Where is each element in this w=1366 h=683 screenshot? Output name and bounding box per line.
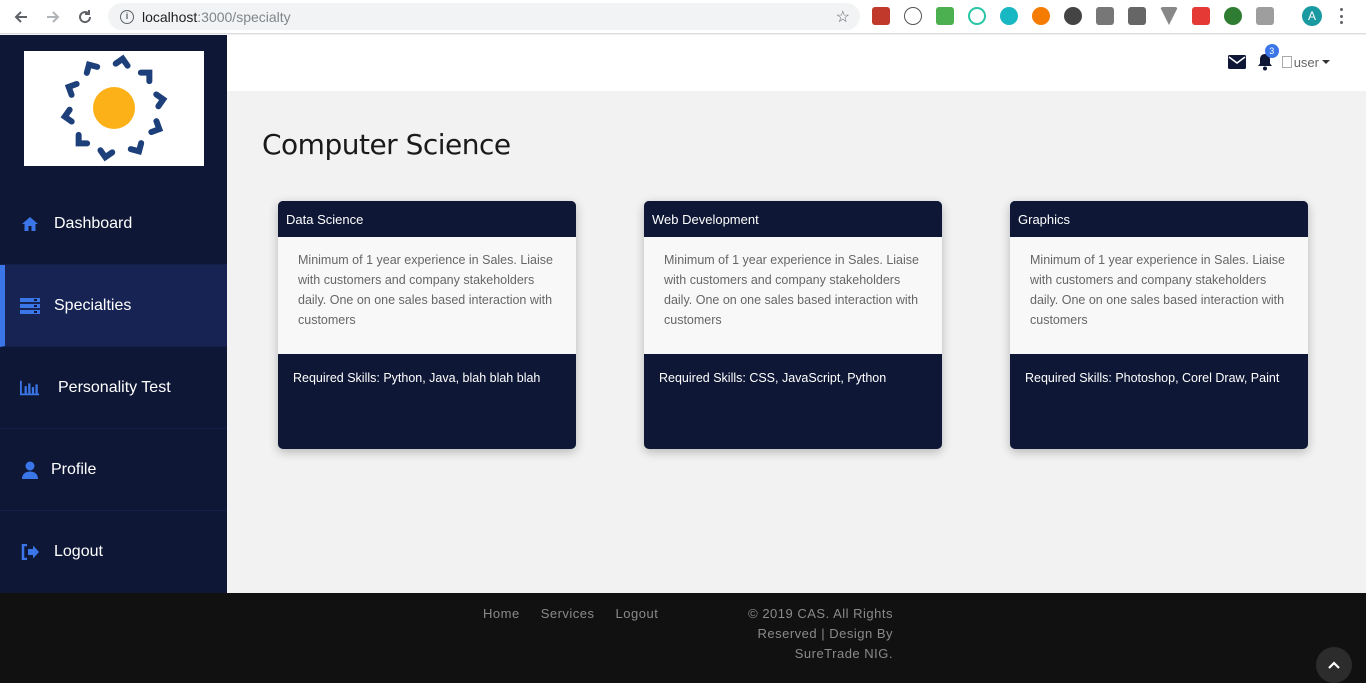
page-title: Computer Science	[262, 128, 511, 161]
sidebar-item-label: Personality Test	[58, 378, 171, 396]
sidebar-item-logout[interactable]: Logout	[0, 511, 227, 593]
extension-icon[interactable]	[872, 7, 890, 25]
sidebar-item-label: Logout	[54, 543, 103, 560]
sidebar-item-label: Specialties	[54, 296, 132, 314]
sidebar-item-profile[interactable]: Profile	[0, 429, 227, 511]
caret-down-icon	[1322, 60, 1330, 64]
extension-icon[interactable]	[1096, 7, 1114, 25]
forward-arrow-icon[interactable]	[42, 6, 64, 28]
card-title: Web Development	[644, 201, 942, 237]
top-icons: 3 user	[1227, 44, 1330, 71]
card-skills: Required Skills: Photoshop, Corel Draw, …	[1010, 354, 1308, 402]
sidebar-item-label: Dashboard	[54, 214, 133, 232]
address-bar[interactable]: i localhost:3000/specialty ☆	[108, 3, 860, 30]
specialty-card[interactable]: Graphics Minimum of 1 year experience in…	[1010, 201, 1308, 449]
extension-icon[interactable]	[1224, 7, 1242, 25]
card-title: Graphics	[1010, 201, 1308, 237]
extension-icon[interactable]	[1032, 7, 1050, 25]
user-icon	[20, 460, 40, 480]
sidebar-item-specialties[interactable]: Specialties	[0, 265, 227, 347]
sidebar-item-personality-test[interactable]: Personality Test	[0, 347, 227, 429]
extension-icon[interactable]	[1000, 7, 1018, 25]
bar-chart-icon	[20, 378, 40, 398]
specialty-card[interactable]: Web Development Minimum of 1 year experi…	[644, 201, 942, 449]
footer: Home Services Logout © 2019 CAS. All Rig…	[0, 593, 1366, 683]
logo[interactable]	[24, 51, 204, 166]
extension-icon[interactable]	[1064, 7, 1082, 25]
footer-link-home[interactable]: Home	[483, 606, 520, 621]
card-description: Minimum of 1 year experience in Sales. L…	[644, 237, 942, 354]
extension-icon[interactable]	[968, 7, 986, 25]
reload-icon[interactable]	[74, 6, 96, 28]
browser-toolbar: i localhost:3000/specialty ☆ A	[0, 0, 1366, 34]
footer-link-logout[interactable]: Logout	[616, 606, 659, 621]
cors-extension-icon[interactable]	[936, 7, 954, 25]
sign-out-icon	[20, 542, 40, 562]
extension-icon[interactable]	[1128, 7, 1146, 25]
info-icon[interactable]: i	[120, 9, 134, 24]
footer-link-services[interactable]: Services	[541, 606, 595, 621]
puzzle-icon[interactable]	[1256, 7, 1274, 25]
card-title: Data Science	[278, 201, 576, 237]
menu-kebab-icon[interactable]	[1340, 8, 1344, 24]
card-description: Minimum of 1 year experience in Sales. L…	[1010, 237, 1308, 354]
card-skills: Required Skills: CSS, JavaScript, Python	[644, 354, 942, 402]
envelope-icon[interactable]	[1227, 55, 1246, 69]
extensions-bar	[872, 7, 1288, 25]
sidebar-item-label: Profile	[51, 460, 97, 478]
url-text: localhost:3000/specialty	[142, 8, 291, 25]
footer-copyright: © 2019 CAS. All Rights Reserved | Design…	[748, 606, 893, 661]
sidebar: Dashboard Specialties Personality Test P…	[0, 35, 227, 593]
user-image-alt: user	[1293, 54, 1319, 70]
extension-icon[interactable]	[1160, 7, 1178, 25]
broken-image-icon	[1281, 56, 1292, 68]
card-description: Minimum of 1 year experience in Sales. L…	[278, 237, 576, 354]
server-icon	[20, 296, 40, 316]
top-navbar: 3 user	[227, 35, 1366, 91]
specialty-card[interactable]: Data Science Minimum of 1 year experienc…	[278, 201, 576, 449]
notification-bell[interactable]: 3	[1256, 44, 1279, 71]
profile-avatar[interactable]: A	[1302, 6, 1322, 26]
footer-links: Home Services Logout	[483, 606, 679, 621]
extension-icon[interactable]	[904, 7, 922, 25]
user-menu[interactable]: user	[1281, 54, 1330, 70]
sidebar-item-dashboard[interactable]: Dashboard	[0, 183, 227, 265]
back-arrow-icon[interactable]	[10, 6, 32, 28]
notification-count-badge: 3	[1264, 44, 1279, 58]
home-icon	[20, 214, 40, 234]
chevron-up-icon	[1328, 661, 1340, 669]
scroll-to-top-button[interactable]	[1316, 647, 1352, 683]
bookmark-star-icon[interactable]: ☆	[836, 7, 850, 27]
extension-icon[interactable]	[1192, 7, 1210, 25]
card-skills: Required Skills: Python, Java, blah blah…	[278, 354, 576, 402]
